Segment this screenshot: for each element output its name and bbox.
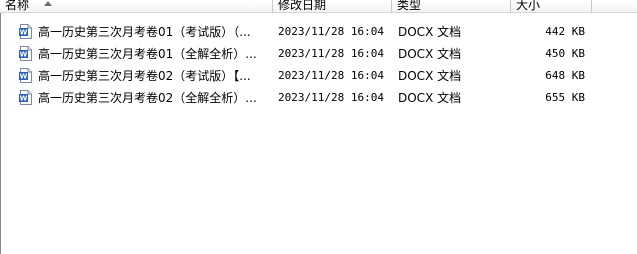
svg-text:W: W [20,51,28,59]
file-row[interactable]: W 高一历史第三次月考卷02（全解全析）... 2023/11/28 16:04… [0,87,637,109]
file-name: 高一历史第三次月考卷01（全解全析）... [38,47,257,61]
file-name: 高一历史第三次月考卷01（考试版）（... [38,25,251,39]
svg-text:W: W [20,29,28,37]
file-row[interactable]: W 高一历史第三次月考卷02（考试版）【... 2023/11/28 16:04… [0,65,637,87]
file-type: DOCX 文档 [398,47,462,61]
svg-text:W: W [20,73,28,81]
file-modified-date: 2023/11/28 16:04 [278,69,384,82]
column-header-name[interactable]: 名称 [0,0,273,13]
column-header-type[interactable]: 类型 [392,0,511,13]
file-modified-date: 2023/11/28 16:04 [278,47,384,60]
file-row[interactable]: W 高一历史第三次月考卷01（考试版）（... 2023/11/28 16:04… [0,21,637,43]
file-name: 高一历史第三次月考卷02（全解全析）... [38,91,257,105]
word-document-icon: W [19,24,32,39]
column-header-date[interactable]: 修改日期 [273,0,392,13]
file-size: 648 KB [545,69,585,82]
file-size: 655 KB [545,91,585,104]
column-header-size[interactable]: 大小 [511,0,592,13]
file-modified-date: 2023/11/28 16:04 [278,91,384,104]
column-header-type-label: 类型 [397,0,422,12]
sort-ascending-icon [44,1,52,6]
file-list-view: 名称 修改日期 类型 大小 W 高一历史第三次月考卷01（考试版）（... 20… [0,0,637,254]
file-row[interactable]: W 高一历史第三次月考卷01（全解全析）... 2023/11/28 16:04… [0,43,637,65]
file-type: DOCX 文档 [398,91,462,105]
file-modified-date: 2023/11/28 16:04 [278,25,384,38]
file-name: 高一历史第三次月考卷02（考试版）【... [38,69,251,83]
file-size: 442 KB [545,25,585,38]
word-document-icon: W [19,46,32,61]
word-document-icon: W [19,68,32,83]
column-header-name-label: 名称 [5,0,30,12]
file-type: DOCX 文档 [398,69,462,83]
column-header-size-label: 大小 [516,0,541,12]
word-document-icon: W [19,90,32,105]
file-size: 450 KB [545,47,585,60]
column-header-row: 名称 修改日期 类型 大小 [0,0,637,13]
column-header-date-label: 修改日期 [278,0,327,12]
svg-text:W: W [20,95,28,103]
file-type: DOCX 文档 [398,25,462,39]
column-header-filler [592,0,637,13]
